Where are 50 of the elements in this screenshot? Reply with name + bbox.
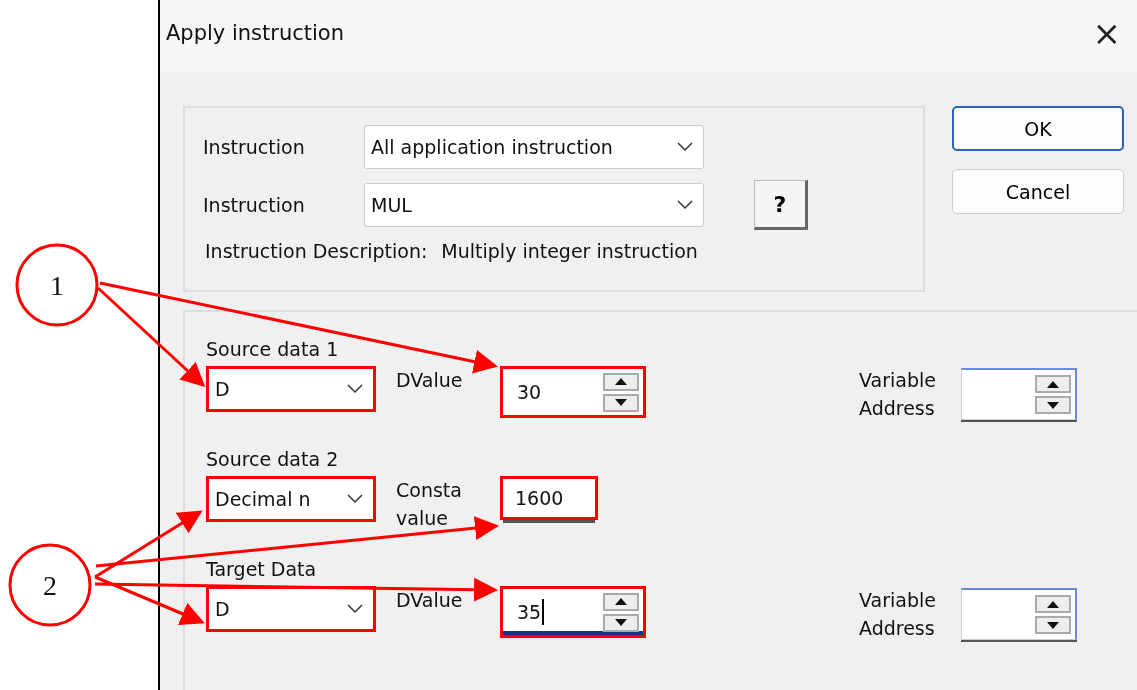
spin-down-button[interactable] <box>603 613 639 632</box>
up-triangle-icon <box>615 378 627 385</box>
dropdown-field[interactable]: D <box>206 586 376 632</box>
chevron-icon <box>347 604 363 614</box>
number-field[interactable]: 30 <box>500 366 646 418</box>
dialog-button[interactable]: OK <box>952 106 1124 151</box>
help-button[interactable]: ? <box>754 180 808 230</box>
field-label: DValue <box>396 588 464 613</box>
up-triangle-icon <box>615 598 627 605</box>
section-label: Source data 2 <box>206 448 340 472</box>
spin-up-button[interactable] <box>603 372 639 391</box>
up-triangle-icon <box>1047 600 1059 608</box>
down-triangle-icon <box>1047 401 1059 409</box>
down-triangle-icon <box>1047 621 1059 629</box>
section-label: Target Data <box>206 558 318 582</box>
description-text: Multiply integer instruction <box>441 240 698 262</box>
chevron-icon <box>347 494 363 504</box>
spin-down-button[interactable] <box>603 393 639 412</box>
address-field[interactable] <box>961 368 1077 420</box>
description-label: Instruction Description: <box>205 240 428 262</box>
number-field[interactable]: 35 <box>500 586 646 638</box>
spin-up-button[interactable] <box>1035 375 1071 393</box>
dialog-button[interactable]: Cancel <box>952 169 1124 214</box>
field-label: Consta value <box>396 478 463 531</box>
callout-marker: 2 <box>8 543 92 627</box>
field-label: Instruction <box>203 194 306 216</box>
dropdown-field[interactable]: D <box>206 366 376 412</box>
close-button[interactable]: × <box>1088 13 1125 53</box>
section-label: Source data 1 <box>206 338 340 362</box>
spin-up-button[interactable] <box>603 592 639 611</box>
field-label: Variable Address <box>859 368 937 421</box>
field-label: DValue <box>396 368 464 393</box>
dropdown-field[interactable]: All application instruction <box>364 125 704 169</box>
address-field[interactable] <box>961 588 1077 640</box>
spin-up-button[interactable] <box>1035 595 1071 613</box>
chevron-icon <box>677 142 693 152</box>
down-triangle-icon <box>615 399 627 406</box>
spin-down-button[interactable] <box>1035 616 1071 634</box>
dropdown-field[interactable]: Decimal n <box>206 476 376 522</box>
chevron-icon <box>677 200 693 210</box>
dropdown-field[interactable]: MUL <box>364 183 704 227</box>
spin-down-button[interactable] <box>1035 396 1071 414</box>
callout-marker: 1 <box>15 243 99 327</box>
number-field[interactable]: 1600 <box>500 476 598 520</box>
window-title: Apply instruction <box>166 21 344 45</box>
up-triangle-icon <box>1047 380 1059 388</box>
field-label: Variable Address <box>859 588 937 641</box>
down-triangle-icon <box>615 619 627 626</box>
chevron-icon <box>347 384 363 394</box>
field-label: Instruction <box>203 136 306 158</box>
